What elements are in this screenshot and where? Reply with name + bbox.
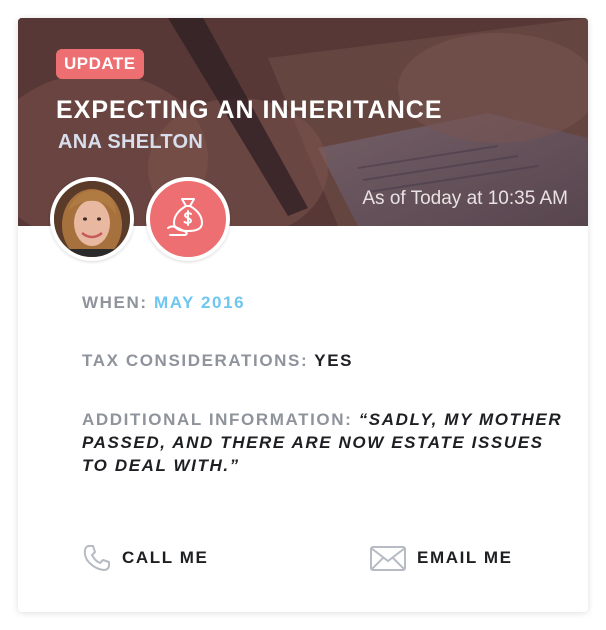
call-me-button[interactable]: CALL ME <box>82 540 208 576</box>
when-row: WHEN: MAY 2016 <box>82 293 245 313</box>
update-card: UPDATE EXPECTING AN INHERITANCE ANA SHEL… <box>18 18 588 612</box>
avatar-photo <box>54 181 130 257</box>
envelope-icon <box>370 546 406 571</box>
update-badge: UPDATE <box>56 49 144 79</box>
money-bag-icon <box>167 198 203 236</box>
client-name: ANA SHELTON <box>58 131 204 153</box>
tax-row: TAX CONSIDERATIONS: YES <box>82 351 353 371</box>
update-timestamp: As of Today at 10:35 AM <box>362 188 568 209</box>
phone-icon <box>83 545 110 571</box>
client-avatar[interactable] <box>50 177 134 261</box>
call-me-label: CALL ME <box>122 548 209 567</box>
when-label: WHEN: <box>82 293 148 312</box>
tax-label: TAX CONSIDERATIONS: <box>82 351 309 370</box>
email-me-label: EMAIL ME <box>417 548 513 567</box>
additional-info: ADDITIONAL INFORMATION: “SADLY, MY MOTHE… <box>82 408 572 477</box>
tax-value: YES <box>314 351 354 370</box>
info-label: ADDITIONAL INFORMATION: <box>82 410 353 429</box>
card-title: EXPECTING AN INHERITANCE <box>56 96 443 124</box>
when-value: MAY 2016 <box>153 293 246 312</box>
email-me-button[interactable]: EMAIL ME <box>369 540 513 576</box>
category-badge <box>146 177 230 261</box>
